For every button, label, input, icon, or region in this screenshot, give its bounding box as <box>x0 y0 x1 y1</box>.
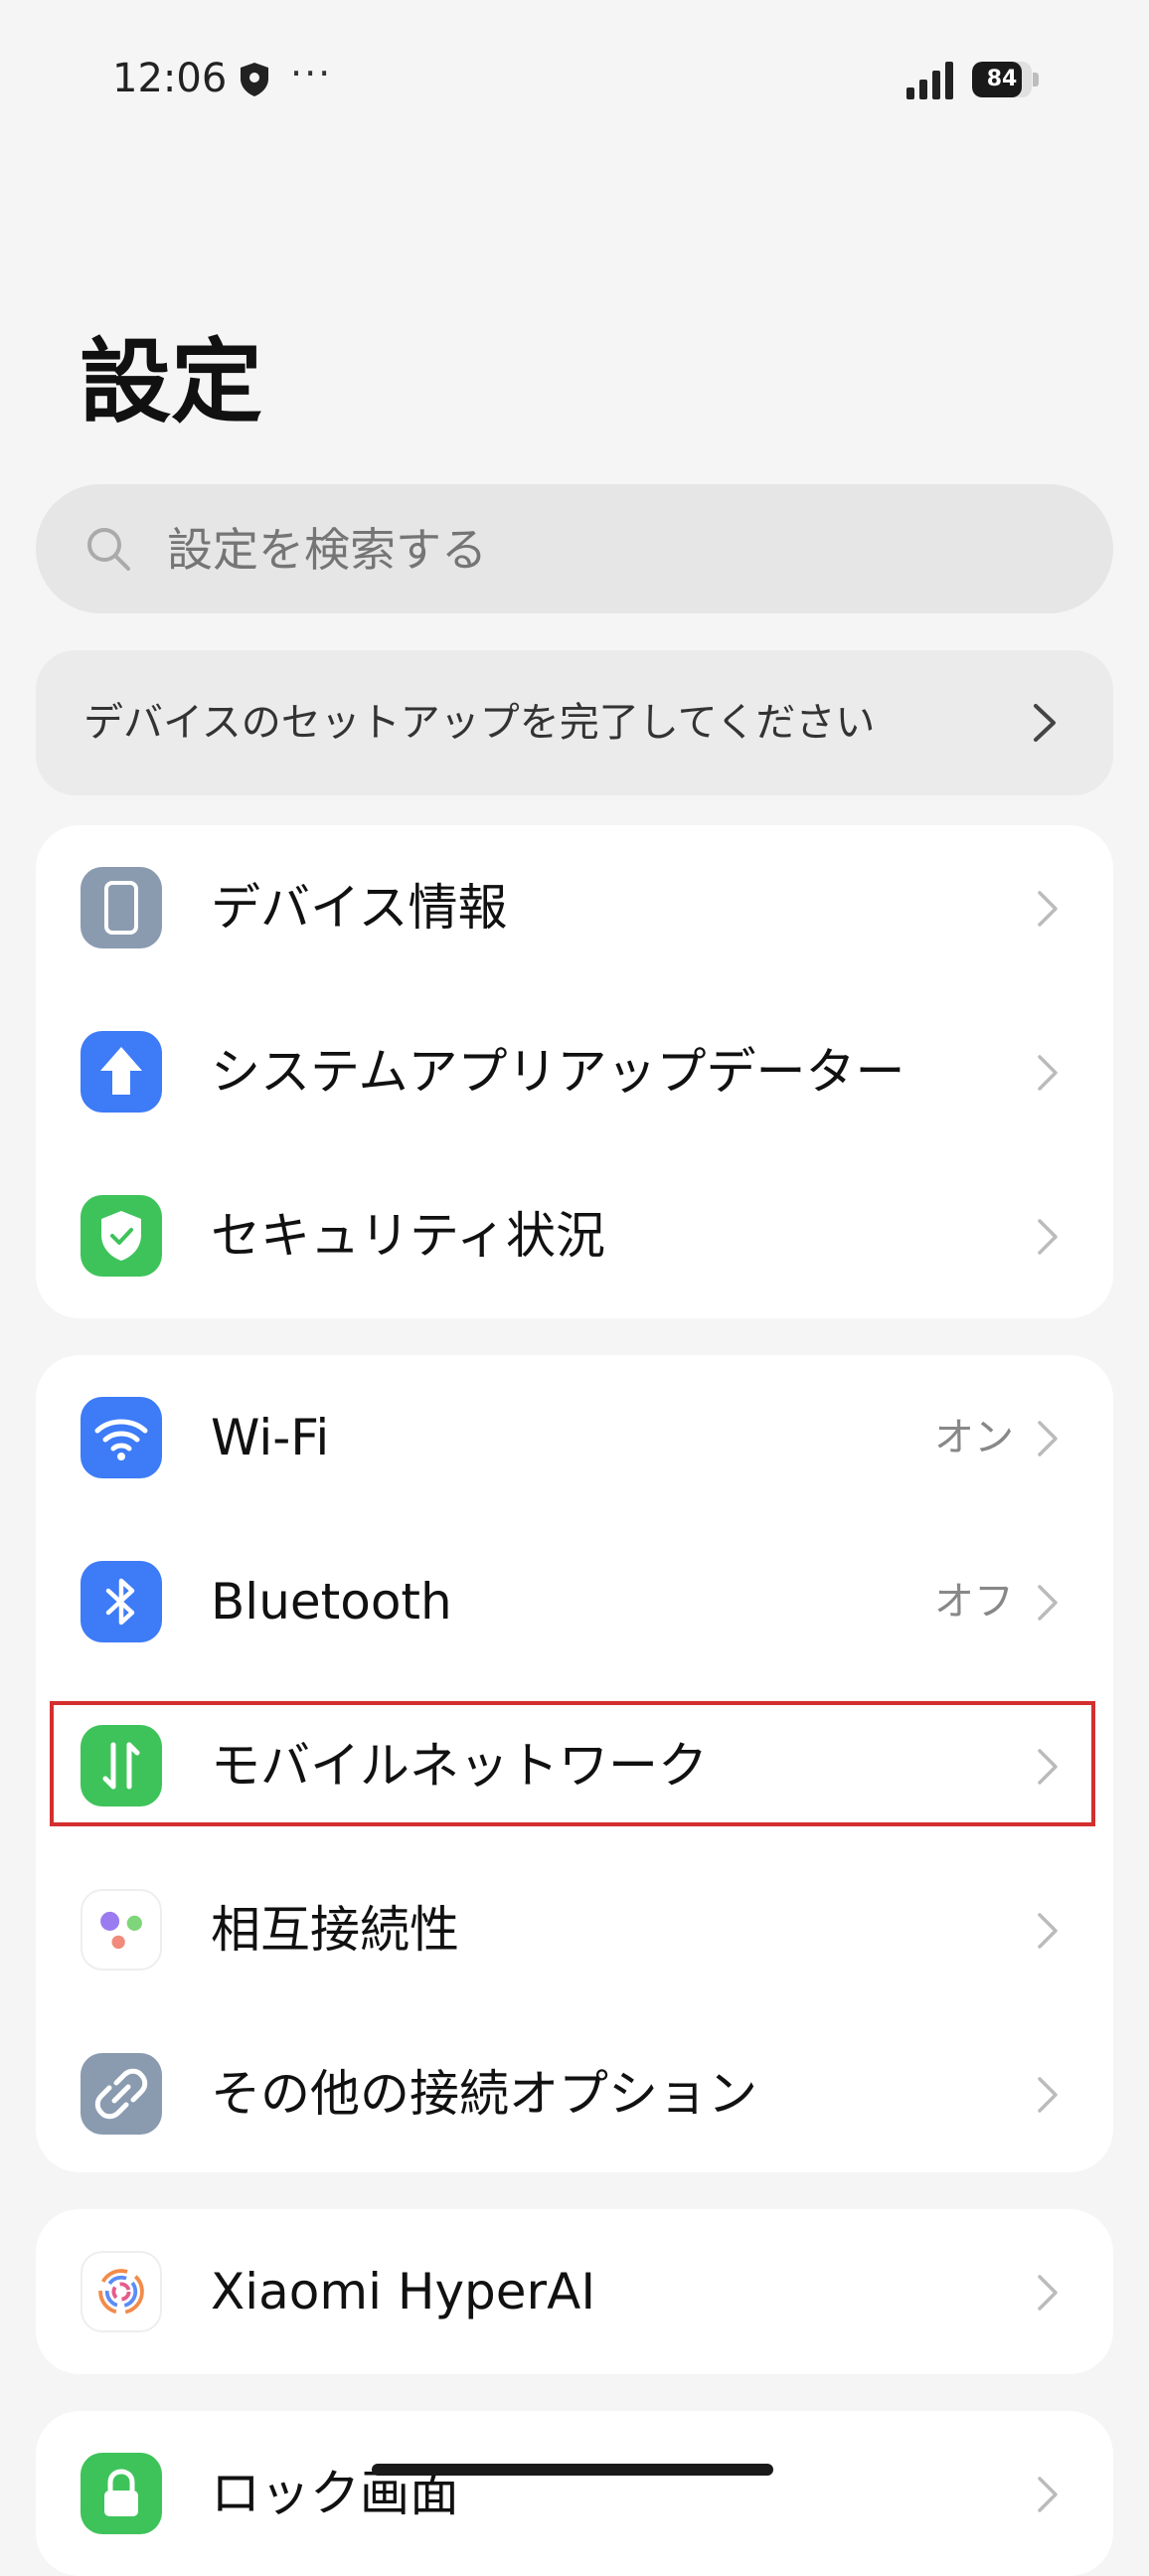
setup-banner-label: デバイスのセットアップを完了してください <box>83 700 876 746</box>
shield-check-icon <box>81 1195 162 1277</box>
settings-item-label: Wi-Fi <box>211 1409 330 1466</box>
search-icon <box>87 528 130 571</box>
search-bar[interactable] <box>36 484 1113 615</box>
chevron-right-icon <box>1038 2477 1058 2512</box>
hyperai-swirl-icon <box>81 2251 162 2332</box>
signal-strength-icon <box>906 62 953 99</box>
wifi-icon <box>81 1397 162 1478</box>
page-title: 設定 <box>80 329 263 435</box>
settings-item-interconnectivity[interactable]: 相互接続性 <box>36 1847 1113 2012</box>
settings-item-label: セキュリティ状況 <box>211 1207 605 1265</box>
setup-banner[interactable]: デバイスのセットアップを完了してください <box>36 650 1113 795</box>
link-icon <box>81 2053 162 2135</box>
settings-item-xiaomi-hyperai[interactable]: Xiaomi HyperAI <box>36 2209 1113 2374</box>
chevron-right-icon <box>1038 1913 1058 1949</box>
shield-status-icon <box>241 63 268 96</box>
settings-item-lock-screen[interactable]: ロック画面 <box>36 2411 1113 2576</box>
settings-item-wifi[interactable]: Wi-Fi オン <box>36 1355 1113 1520</box>
settings-item-label: 相互接続性 <box>211 1901 459 1959</box>
settings-item-device-info[interactable]: デバイス情報 <box>36 825 1113 990</box>
chevron-right-icon <box>1038 2077 1058 2113</box>
upload-arrow-icon <box>81 1031 162 1113</box>
settings-item-security-status[interactable]: セキュリティ状況 <box>36 1153 1113 1318</box>
settings-item-label: Bluetooth <box>211 1573 452 1631</box>
search-input[interactable] <box>165 484 1064 615</box>
settings-item-label: その他の接続オプション <box>211 2065 757 2123</box>
highlight-box <box>50 1701 1095 1826</box>
status-bar: 12:06 ··· 84 <box>0 0 1149 159</box>
chevron-right-icon <box>1038 2275 1058 2311</box>
interconnect-dots-icon <box>81 1889 162 1971</box>
settings-item-label: Xiaomi HyperAI <box>211 2263 596 2320</box>
chevron-right-icon <box>1034 704 1056 742</box>
status-time: 12:06 <box>112 56 228 101</box>
bluetooth-status-value: オフ <box>934 1579 1014 1625</box>
battery-icon: 84 <box>972 62 1040 97</box>
settings-item-bluetooth[interactable]: Bluetooth オフ <box>36 1519 1113 1684</box>
wifi-status-value: オン <box>934 1415 1014 1460</box>
bluetooth-icon <box>81 1561 162 1642</box>
phone-icon <box>81 867 162 948</box>
settings-item-system-app-updater[interactable]: システムアプリアップデーター <box>36 989 1113 1154</box>
settings-item-label: ロック画面 <box>211 2465 459 2522</box>
settings-group-device: デバイス情報 システムアプリアップデーター セキュリティ状況 <box>36 825 1113 1318</box>
more-notifications-icon: ··· <box>290 52 333 95</box>
battery-level: 84 <box>986 67 1018 91</box>
chevron-right-icon <box>1038 1585 1058 1621</box>
chevron-right-icon <box>1038 891 1058 927</box>
chevron-right-icon <box>1038 1421 1058 1457</box>
chevron-right-icon <box>1038 1219 1058 1255</box>
settings-group-personalization: ロック画面 <box>36 2411 1113 2576</box>
settings-item-label: デバイス情報 <box>211 879 508 937</box>
lock-icon <box>81 2453 162 2534</box>
settings-group-ai: Xiaomi HyperAI <box>36 2209 1113 2374</box>
chevron-right-icon <box>1038 1055 1058 1091</box>
home-indicator[interactable] <box>372 2464 773 2476</box>
settings-item-label: システムアプリアップデーター <box>211 1043 905 1101</box>
settings-item-more-connection-options[interactable]: その他の接続オプション <box>36 2011 1113 2176</box>
